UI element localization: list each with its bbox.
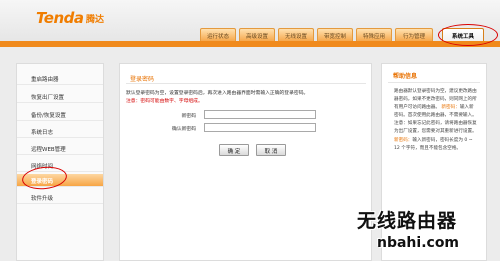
help-text: 路由器默认登录密码为空，建议更改路由器密码，如果不更改密码，则同网上的所有用户可… [394,88,477,153]
confirm-password-input[interactable] [204,123,316,132]
top-header: Tenda 腾达 运行状态 高级设置 无线设置 带宽控制 特殊应用 行为管理 系… [0,0,500,47]
confirm-password-label: 确认新密码 [172,127,196,132]
sidebar: 重启路由器 恢复出厂设置 备份/恢复设置 系统日志 远程WEB管理 网络时间 登… [16,63,104,261]
brand-logo: Tenda [36,9,84,27]
help-divider [388,82,480,83]
sidebar-item-reboot[interactable]: 重启路由器 [17,72,103,85]
tab-behavior[interactable]: 行为管理 [395,28,433,41]
annotation-circle-nav [438,24,498,46]
brand-logo-cn: 腾达 [86,15,105,25]
tab-wireless[interactable]: 无线设置 [278,28,314,41]
page-description: 默认登录密码为空，设置登录密码后，再次进入路由器界面时需输入正确的登录密码。 [126,91,309,96]
sidebar-item-factory-reset[interactable]: 恢复出厂设置 [17,90,103,103]
ok-button[interactable]: 确 定 [219,144,249,156]
sidebar-item-remote-web[interactable]: 远程WEB管理 [17,142,103,155]
tab-advanced[interactable]: 高级设置 [239,28,275,41]
new-password-input[interactable] [204,110,316,119]
sidebar-item-backup-restore[interactable]: 备份/恢复设置 [17,108,103,121]
tab-status[interactable]: 运行状态 [200,28,236,41]
help-key-new-password-2: 新密码： [394,137,413,143]
tab-bandwidth[interactable]: 带宽控制 [317,28,353,41]
new-password-label: 新密码 [181,114,196,119]
tab-special-apps[interactable]: 特殊应用 [356,28,392,41]
main-panel: 登录密码 默认登录密码为空，设置登录密码后，再次进入路由器界面时需输入正确的登录… [119,63,372,261]
help-title: 帮助信息 [393,73,418,80]
watermark-url: nbahi.com [377,235,460,251]
password-note: 注意：密码可能由数字、字母组成。 [126,99,203,104]
help-key-new-password: 新密码： [441,105,460,111]
title-divider [126,83,366,84]
sidebar-item-system-log[interactable]: 系统日志 [17,125,103,138]
page-title: 登录密码 [130,76,155,83]
cancel-button[interactable]: 取 消 [256,144,286,156]
help-item-note: 注意：如果忘记此密码，请将路由器恢复为出厂设置，您需要对其重新进行设置。 [394,121,477,135]
sidebar-item-firmware-upgrade[interactable]: 软件升级 [17,191,103,204]
watermark: 无线路由器 nbahi.com [357,206,497,251]
watermark-cn: 无线路由器 [357,210,458,232]
